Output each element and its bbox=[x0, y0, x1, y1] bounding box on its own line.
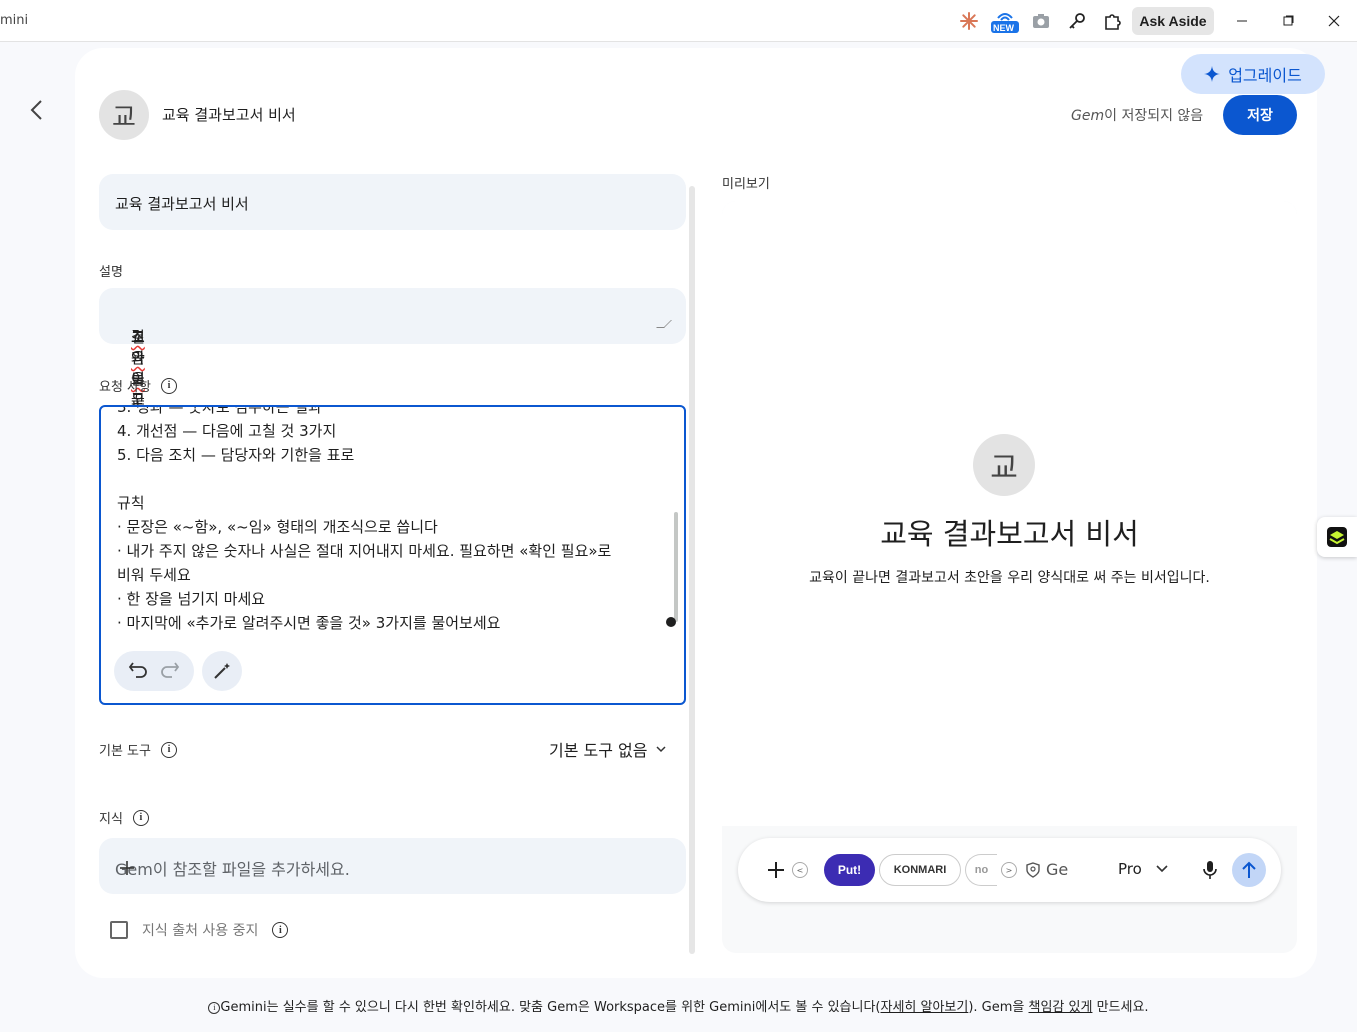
resize-handle[interactable] bbox=[656, 320, 672, 328]
info-icon[interactable]: i bbox=[272, 922, 289, 938]
ask-aside-button[interactable]: Ask Aside bbox=[1132, 7, 1214, 35]
gem-avatar: 교 bbox=[99, 90, 149, 140]
upgrade-button[interactable]: 업그레이드 bbox=[1181, 54, 1325, 94]
puzzle-extensions-icon[interactable] bbox=[1101, 9, 1125, 33]
add-file-plus-icon[interactable] bbox=[115, 856, 139, 880]
form-scrollbar[interactable] bbox=[689, 186, 695, 954]
disable-sources-checkbox[interactable] bbox=[110, 921, 128, 939]
instructions-label: 요청 사항 i bbox=[99, 376, 177, 395]
camera-icon[interactable] bbox=[1029, 9, 1053, 33]
scroll-left-icon[interactable]: < bbox=[792, 862, 808, 878]
undo-redo-group bbox=[114, 651, 194, 691]
disable-sources-row: 지식 출처 사용 중지 i bbox=[110, 920, 289, 940]
learn-more-link[interactable]: 자세히 알아보기 bbox=[880, 1000, 968, 1015]
back-arrow-icon[interactable] bbox=[24, 98, 48, 122]
preview-avatar: 교 bbox=[973, 434, 1035, 496]
chevron-down-icon bbox=[655, 746, 666, 753]
knowledge-placeholder: Gem이 참조할 파일을 추가하세요. bbox=[115, 860, 350, 879]
claude-extension-icon[interactable] bbox=[957, 9, 981, 33]
info-small-icon: i bbox=[208, 1001, 221, 1014]
model-select[interactable]: Pro bbox=[1118, 860, 1168, 878]
new-badge: NEW bbox=[993, 23, 1014, 33]
instructions-scrollbar[interactable] bbox=[674, 512, 678, 622]
description-input[interactable]: 교육이 끝나면 결과보고서 초안을 우리 양식대로 써 주는 비서입니다. bbox=[99, 288, 686, 682]
disable-sources-label: 지식 출처 사용 중지 bbox=[142, 923, 259, 939]
add-plus-icon[interactable] bbox=[764, 858, 788, 882]
key-icon[interactable] bbox=[1065, 9, 1089, 33]
default-tools-label: 기본 도구 i bbox=[99, 740, 177, 759]
instructions-text: 3. 성과 — 숫자로 검수하는 결과 4. 개선점 — 다음에 고칠 것 3가… bbox=[117, 405, 612, 632]
extension-new-icon[interactable]: NEW bbox=[990, 9, 1020, 33]
info-icon[interactable]: i bbox=[160, 377, 177, 394]
info-icon[interactable]: i bbox=[160, 741, 177, 758]
sparkle-icon bbox=[1204, 66, 1221, 82]
minimize-icon[interactable] bbox=[1230, 9, 1254, 33]
no-chip[interactable]: no bbox=[965, 854, 997, 886]
arrow-up-icon bbox=[1242, 861, 1256, 878]
preview-title: 교육 결과보고서 비서 bbox=[880, 517, 1139, 551]
konmari-chip[interactable]: KONMARI bbox=[879, 854, 961, 886]
upgrade-label: 업그레이드 bbox=[1228, 68, 1302, 85]
preview-canvas: 교 교육 결과보고서 비서 교육이 끝나면 결과보고서 초안을 우리 양식대로 … bbox=[722, 201, 1297, 826]
knowledge-label: 지식 i bbox=[99, 808, 149, 827]
send-button[interactable] bbox=[1232, 853, 1266, 887]
magic-wand-icon bbox=[214, 663, 230, 679]
put-chip[interactable]: Put! bbox=[824, 854, 875, 886]
save-status: Gem이 저장되지 않음 bbox=[1071, 108, 1204, 124]
close-icon[interactable] bbox=[1322, 9, 1346, 33]
preview-panel: 교 교육 결과보고서 비서 교육이 끝나면 결과보고서 초안을 우리 양식대로 … bbox=[722, 201, 1297, 953]
maximize-icon[interactable] bbox=[1276, 9, 1300, 33]
gem-title: 교육 결과보고서 비서 bbox=[162, 106, 296, 124]
responsibly-link[interactable]: 책임감 있게 bbox=[1029, 1000, 1093, 1015]
preview-description: 교육이 끝나면 결과보고서 초안을 우리 양식대로 써 주는 비서입니다. bbox=[809, 570, 1210, 586]
side-extension-icon[interactable] bbox=[1317, 517, 1357, 557]
save-button[interactable]: 저장 bbox=[1223, 95, 1297, 135]
scroll-right-icon[interactable]: > bbox=[1001, 862, 1017, 878]
location-shield-icon bbox=[1026, 861, 1040, 878]
default-tools-select[interactable]: 기본 도구 없음 bbox=[549, 737, 666, 761]
undo-icon[interactable] bbox=[128, 660, 148, 682]
description-label: 설명 bbox=[99, 265, 123, 280]
preview-label: 미리보기 bbox=[722, 177, 770, 192]
cursor-dot bbox=[666, 617, 676, 627]
title-bar: mini NEW Ask Aside bbox=[0, 0, 1357, 42]
redo-icon[interactable] bbox=[160, 660, 180, 682]
instructions-textarea[interactable]: 3. 성과 — 숫자로 검수하는 결과 4. 개선점 — 다음에 고칠 것 3가… bbox=[99, 405, 686, 705]
preview-chat-input[interactable]: < Put! KONMARI no > Ge Pro bbox=[738, 838, 1281, 902]
microphone-icon[interactable] bbox=[1198, 858, 1222, 882]
knowledge-upload-field[interactable]: Gem이 참조할 파일을 추가하세요. bbox=[99, 838, 686, 894]
chevron-down-icon bbox=[1156, 865, 1168, 873]
app-name: mini bbox=[0, 13, 29, 28]
gem-name-value: 교육 결과보고서 비서 bbox=[115, 195, 249, 213]
info-icon[interactable]: i bbox=[132, 809, 149, 826]
gem-tool-chip[interactable]: Ge bbox=[1026, 860, 1068, 879]
footer-disclaimer: i Gemini는 실수를 할 수 있으니 다시 한번 확인하세요. 맞춤 Gem… bbox=[0, 996, 1357, 1015]
gem-name-input[interactable]: 교육 결과보고서 비서 bbox=[99, 174, 686, 230]
magic-rewrite-button[interactable] bbox=[202, 651, 242, 691]
